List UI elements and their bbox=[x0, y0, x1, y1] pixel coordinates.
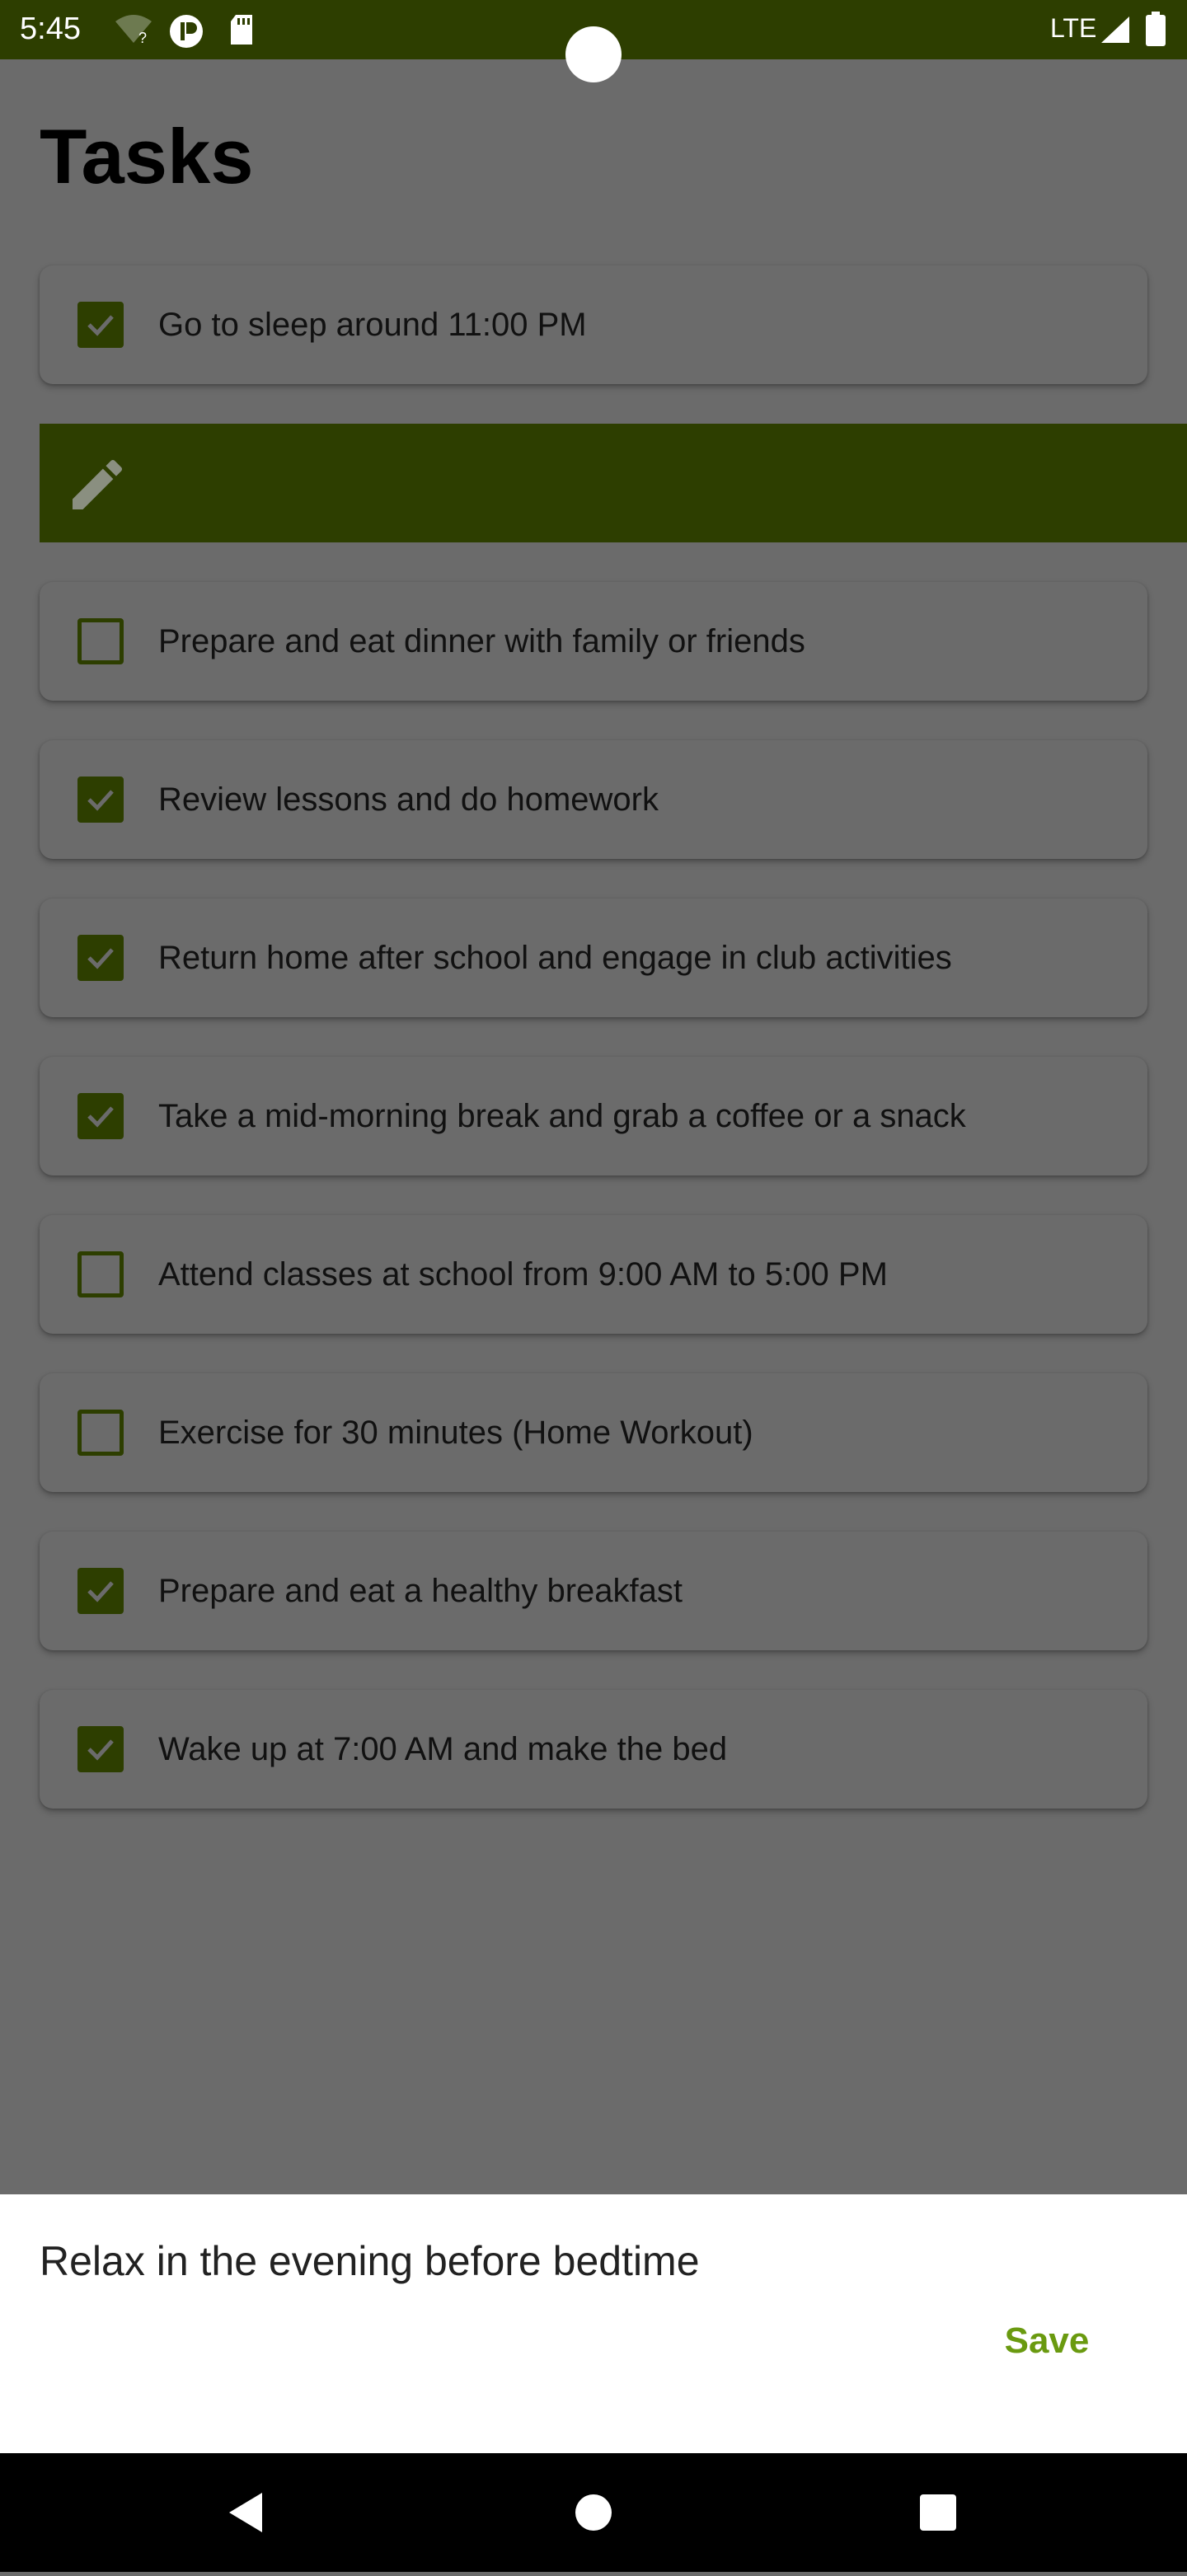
task-checkbox[interactable] bbox=[77, 1410, 124, 1456]
task-checkbox[interactable] bbox=[77, 302, 124, 348]
task-label: Attend classes at school from 9:00 AM to… bbox=[158, 1256, 888, 1293]
task-card[interactable]: Take a mid-morning break and grab a coff… bbox=[40, 1057, 1147, 1175]
sd-card-icon bbox=[228, 13, 256, 50]
task-checkbox[interactable] bbox=[77, 935, 124, 981]
navigation-bar bbox=[0, 2453, 1187, 2572]
task-card[interactable]: Attend classes at school from 9:00 AM to… bbox=[40, 1215, 1147, 1334]
task-edit-field[interactable]: Relax in the evening before bedtime bbox=[40, 2237, 700, 2285]
recents-icon[interactable] bbox=[879, 2453, 997, 2572]
task-checkbox[interactable] bbox=[77, 1093, 124, 1139]
task-checkbox[interactable] bbox=[77, 1251, 124, 1297]
task-card[interactable]: Go to sleep around 11:00 PM bbox=[40, 265, 1147, 384]
task-card[interactable]: Exercise for 30 minutes (Home Workout) bbox=[40, 1373, 1147, 1492]
wifi-question-icon: ? bbox=[114, 13, 153, 50]
home-icon[interactable] bbox=[534, 2453, 653, 2572]
save-button[interactable]: Save bbox=[981, 2308, 1113, 2374]
task-label: Return home after school and engage in c… bbox=[158, 940, 952, 976]
task-checkbox[interactable] bbox=[77, 618, 124, 664]
edit-task-sheet: Relax in the evening before bedtime Save bbox=[0, 2194, 1187, 2453]
task-label: Take a mid-morning break and grab a coff… bbox=[158, 1098, 966, 1134]
battery-icon bbox=[1146, 12, 1166, 50]
status-time: 5:45 bbox=[20, 12, 81, 46]
task-card[interactable]: Return home after school and engage in c… bbox=[40, 899, 1147, 1017]
task-label: Wake up at 7:00 AM and make the bed bbox=[158, 1731, 728, 1767]
task-label: Review lessons and do homework bbox=[158, 781, 659, 818]
task-card[interactable]: Review lessons and do homework bbox=[40, 740, 1147, 859]
network-type: LTE bbox=[1050, 13, 1097, 43]
notch-indicator bbox=[565, 26, 622, 82]
task-label: Go to sleep around 11:00 PM bbox=[158, 307, 587, 343]
task-checkbox[interactable] bbox=[77, 1568, 124, 1614]
task-card[interactable]: Wake up at 7:00 AM and make the bed bbox=[40, 1690, 1147, 1809]
task-checkbox[interactable] bbox=[77, 1726, 124, 1772]
pencil-icon bbox=[73, 459, 123, 509]
page-title: Tasks bbox=[40, 113, 254, 199]
task-card[interactable]: Prepare and eat dinner with family or fr… bbox=[40, 582, 1147, 701]
back-icon[interactable] bbox=[188, 2453, 307, 2572]
task-label: Prepare and eat a healthy breakfast bbox=[158, 1573, 683, 1609]
swipe-edit-row[interactable] bbox=[40, 424, 1187, 542]
svg-text:?: ? bbox=[138, 30, 147, 46]
task-card[interactable]: Prepare and eat a healthy breakfast bbox=[40, 1532, 1147, 1650]
signal-icon bbox=[1100, 15, 1131, 49]
task-checkbox[interactable] bbox=[77, 777, 124, 823]
app-notification-icon bbox=[168, 13, 204, 54]
task-label: Exercise for 30 minutes (Home Workout) bbox=[158, 1415, 753, 1451]
task-label: Prepare and eat dinner with family or fr… bbox=[158, 623, 805, 659]
task-list-screen: Tasks Go to sleep around 11:00 PM Prepar… bbox=[0, 59, 1187, 2194]
